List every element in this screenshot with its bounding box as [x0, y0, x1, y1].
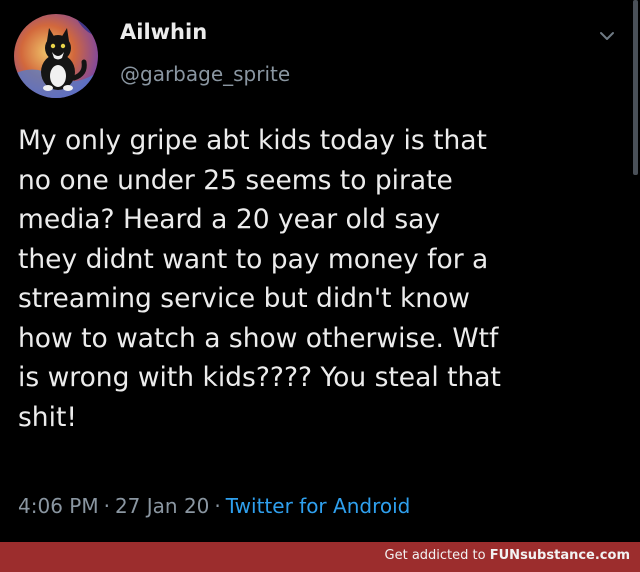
chevron-down-icon[interactable]	[598, 28, 616, 42]
watermark-brand-rest: substance.com	[520, 548, 630, 563]
meta-separator: ·	[103, 494, 110, 518]
watermark-text[interactable]: Get addicted to FUNsubstance.com	[385, 548, 630, 563]
tweet-time[interactable]: 4:06 PM	[18, 494, 99, 518]
avatar[interactable]	[14, 14, 98, 98]
cat-avatar-icon	[14, 14, 98, 98]
tweet-meta: 4:06 PM · 27 Jan 20 · Twitter for Android	[18, 494, 410, 518]
display-name[interactable]: Ailwhin	[120, 20, 207, 44]
tweet-date[interactable]: 27 Jan 20	[115, 494, 209, 518]
meta-separator: ·	[214, 494, 221, 518]
tweet-screenshot: Ailwhin @garbage_sprite My only gripe ab…	[0, 0, 640, 572]
tweet-text: My only gripe abt kids today is that no …	[18, 125, 501, 433]
user-handle[interactable]: @garbage_sprite	[120, 62, 290, 86]
watermark-prefix: Get addicted to	[384, 548, 490, 563]
watermark-bar: Get addicted to FUNsubstance.com	[0, 542, 640, 572]
watermark-brand-fun: FUN	[489, 548, 521, 563]
tweet-source-link[interactable]: Twitter for Android	[226, 494, 411, 518]
scrollbar[interactable]	[633, 0, 638, 175]
